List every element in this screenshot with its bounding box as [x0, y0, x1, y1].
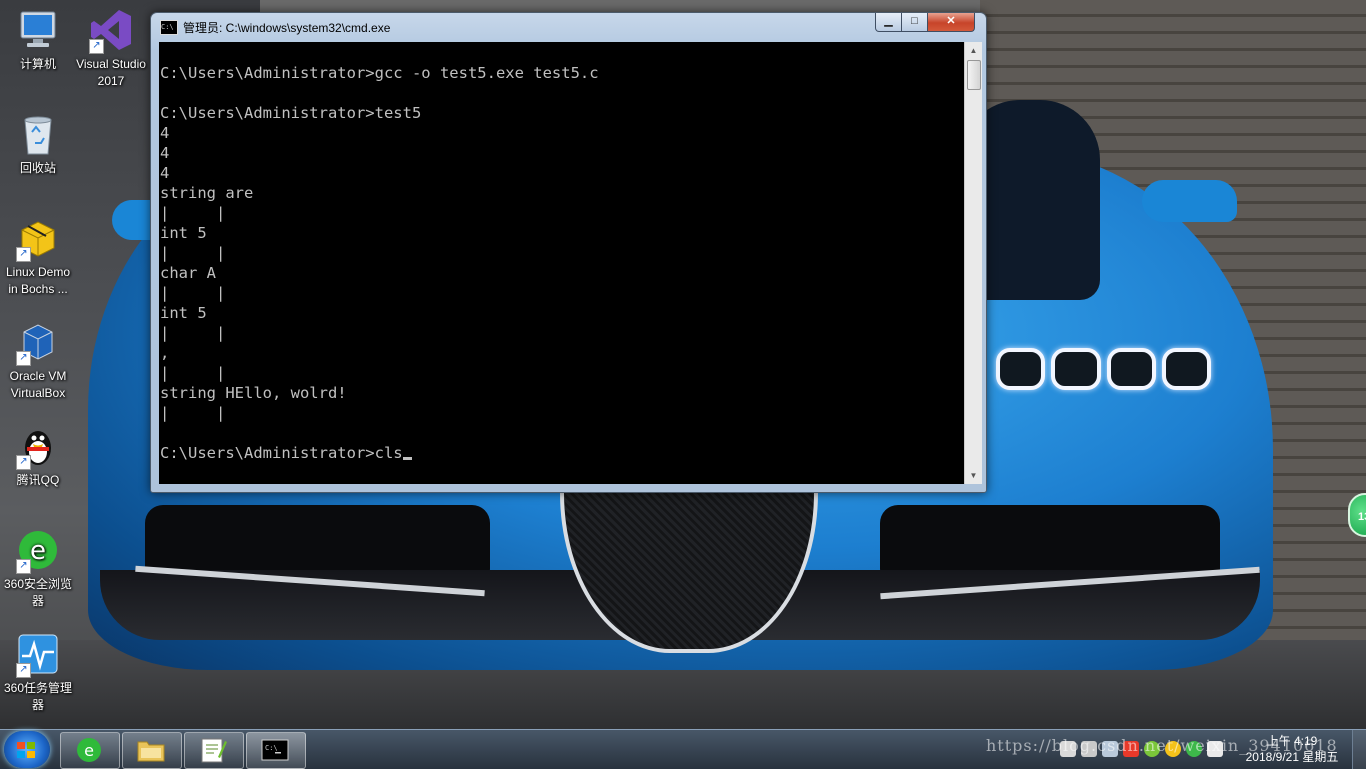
console-line: | |: [160, 284, 226, 302]
folder-icon: [137, 737, 165, 763]
visual-studio-icon: ↗: [89, 8, 133, 54]
maximize-button[interactable]: □: [901, 13, 928, 32]
console-line: int 5: [160, 224, 207, 242]
console-line: | |: [160, 364, 226, 382]
desktop-icon-label: 计算机: [19, 57, 56, 71]
desktop-icon-label: Linux Demo in Bochs ...: [5, 265, 71, 296]
window-titlebar[interactable]: C:\ 管理员: C:\windows\system32\cmd.exe ▁ □…: [151, 13, 986, 41]
notepad-plus-taskbar-button[interactable]: [184, 732, 244, 769]
console-line: | |: [160, 404, 226, 422]
scroll-up-arrow-icon[interactable]: ▲: [965, 42, 982, 59]
console-line: ​: [160, 423, 964, 443]
console-line: string are: [160, 184, 254, 202]
console-line: | |: [160, 244, 226, 262]
svg-text:e: e: [30, 536, 46, 566]
linux-demo-icon: ↗: [16, 216, 60, 262]
window-title: 管理员: C:\windows\system32\cmd.exe: [183, 21, 391, 35]
car-mirror-right: [1142, 180, 1237, 222]
desktop-icon-qq[interactable]: ↗ 腾讯QQ: [0, 424, 76, 489]
notepad-plus-icon: [199, 737, 227, 763]
360-task-manager-icon: ↗: [16, 632, 60, 678]
console-line: string HEllo, wolrd!: [160, 384, 347, 402]
car-headlights: [996, 345, 1211, 393]
show-desktop-button[interactable]: [1352, 730, 1366, 769]
windows-logo-icon: [17, 742, 35, 758]
qq-penguin-icon: ↗: [16, 424, 60, 470]
recycle-bin-icon: [16, 112, 60, 156]
console-line: char A: [160, 264, 216, 282]
svg-text:C:\: C:\: [265, 744, 278, 752]
console-line: C:\Users\Administrator>test5: [160, 104, 422, 122]
360-browser-icon: e: [75, 737, 103, 763]
cmd-icon: C:\: [160, 20, 178, 35]
desktop-icon-label: Visual Studio 2017: [76, 57, 146, 88]
console-line: | |: [160, 204, 226, 222]
console-line: ,: [160, 344, 170, 362]
360-browser-icon: e ↗: [16, 528, 60, 574]
watermark: https://blog.csdn.net/weixin_39410618: [986, 736, 1338, 755]
desktop-icon-virtualbox[interactable]: ↗ Oracle VM VirtualBox: [0, 320, 76, 402]
desktop-icon-label: 回收站: [19, 161, 56, 175]
desktop-icon-recycle-bin[interactable]: 回收站: [0, 112, 76, 177]
virtualbox-icon: ↗: [16, 320, 60, 366]
file-explorer-taskbar-button[interactable]: [122, 732, 182, 769]
cmd-window[interactable]: C:\ 管理员: C:\windows\system32\cmd.exe ▁ □…: [150, 12, 987, 493]
console-line: C:\Users\Administrator>gcc -o test5.exe …: [160, 64, 599, 82]
console-prompt-text: C:\Users\Administrator>cls: [160, 444, 403, 462]
desktop-icon-label: 360安全浏览器: [3, 577, 73, 608]
console-line: ​: [160, 83, 964, 103]
desktop-icon-linux-demo[interactable]: ↗ Linux Demo in Bochs ...: [0, 216, 76, 298]
console-line: 4: [160, 164, 170, 182]
start-button[interactable]: [4, 731, 50, 768]
minimize-button[interactable]: ▁: [875, 13, 902, 32]
console-line: 4: [160, 144, 170, 162]
console-output[interactable]: C:\Users\Administrator>gcc -o test5.exe …: [159, 42, 964, 484]
360-browser-taskbar-button[interactable]: e: [60, 732, 120, 769]
close-button[interactable]: ✕: [927, 13, 975, 32]
cmd-icon: C:\: [261, 737, 289, 763]
desktop-icon-360-task-manager[interactable]: ↗ 360任务管理器: [0, 632, 76, 714]
desktop-icon-360-browser[interactable]: e ↗ 360安全浏览器: [0, 528, 76, 610]
desktop-icon-visual-studio[interactable]: ↗ Visual Studio 2017: [73, 8, 149, 90]
desktop-icon-label: 腾讯QQ: [16, 473, 60, 487]
cmd-taskbar-button[interactable]: C:\: [246, 732, 306, 769]
svg-text:e: e: [84, 741, 94, 760]
side-floating-badge[interactable]: 13: [1348, 493, 1366, 537]
console-line: 4: [160, 124, 170, 142]
text-cursor: [402, 457, 412, 460]
desktop-icon-computer[interactable]: 计算机: [0, 8, 76, 73]
console-line: | |: [160, 324, 226, 342]
scroll-down-arrow-icon[interactable]: ▼: [965, 467, 982, 484]
desktop-icon-label: 360任务管理器: [3, 681, 73, 712]
desktop-icon-label: Oracle VM VirtualBox: [9, 369, 67, 400]
computer-icon: [16, 8, 60, 52]
console-line: int 5: [160, 304, 207, 322]
console-prompt-line[interactable]: C:\Users\Administrator>cls: [160, 443, 964, 463]
scrollbar-thumb[interactable]: [967, 60, 981, 90]
vertical-scrollbar[interactable]: ▲ ▼: [964, 42, 982, 484]
